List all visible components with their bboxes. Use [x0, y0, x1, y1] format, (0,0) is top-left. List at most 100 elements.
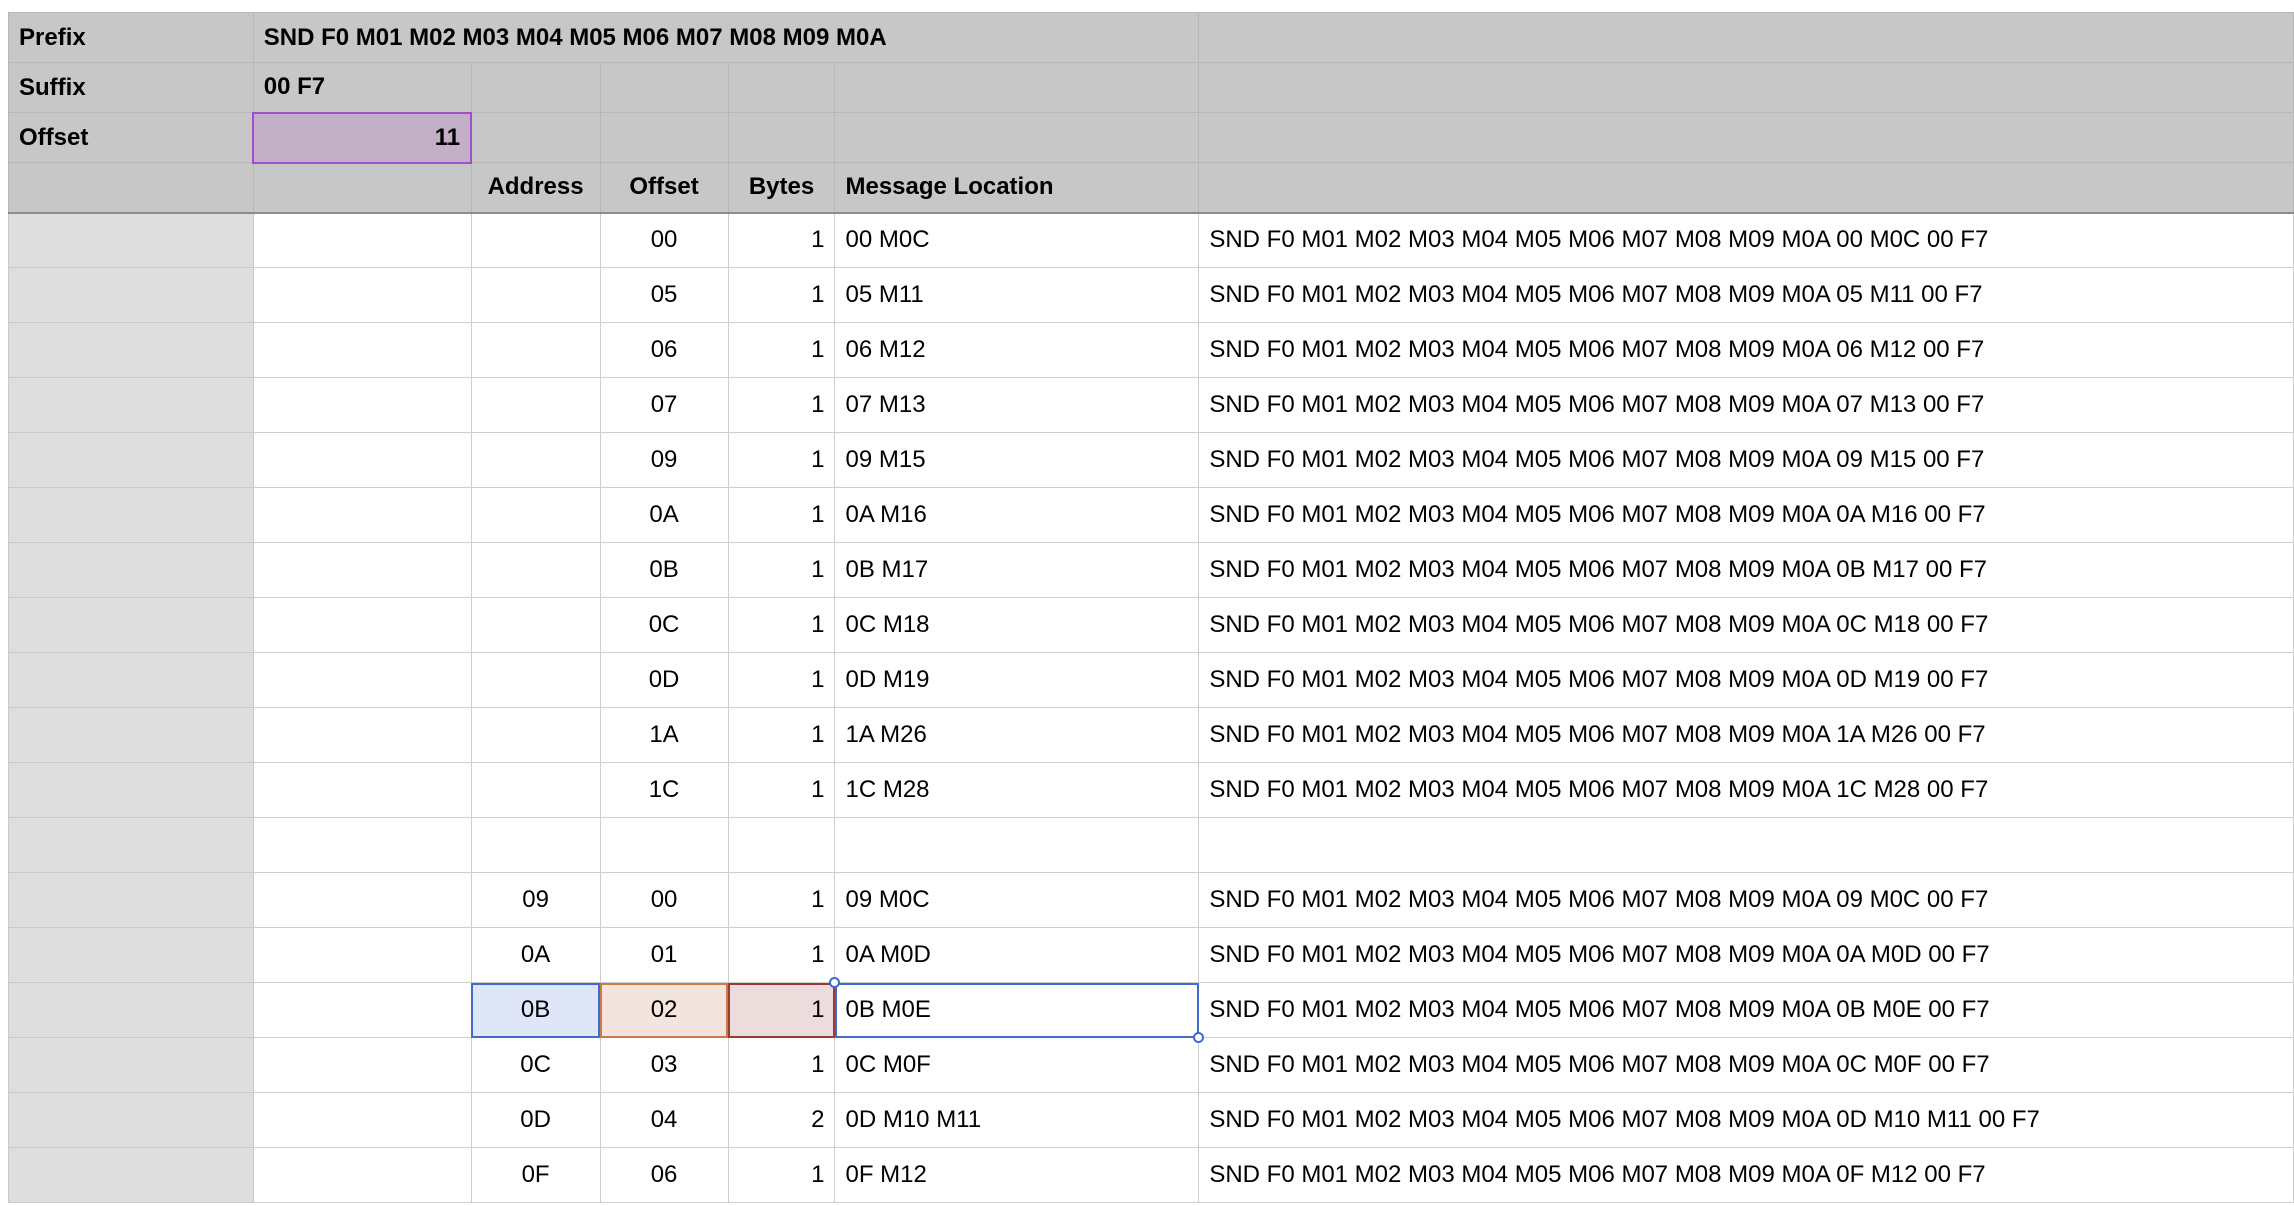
message-cell[interactable]: SND F0 M01 M02 M03 M04 M05 M06 M07 M08 M… [1198, 1037, 2294, 1093]
bytes-cell[interactable]: 1 [727, 872, 836, 928]
header-empty-cell[interactable] [727, 112, 836, 163]
address-cell[interactable]: 0D [470, 1092, 601, 1148]
row-header-cell[interactable] [8, 1147, 254, 1203]
offset-cell[interactable] [599, 817, 729, 873]
empty-cell[interactable] [252, 652, 472, 708]
bytes-cell[interactable]: 1 [727, 432, 836, 488]
address-cell[interactable]: 0B [470, 982, 601, 1038]
row-header-cell[interactable] [8, 652, 254, 708]
offset-cell[interactable]: 04 [599, 1092, 729, 1148]
row-header-cell[interactable] [8, 817, 254, 873]
header-empty-cell[interactable] [834, 112, 1200, 163]
offset-label-cell[interactable]: Offset [8, 112, 254, 163]
address-cell[interactable]: 0A [470, 927, 601, 983]
selection-handle-top[interactable] [828, 976, 840, 988]
row-header-cell[interactable] [8, 212, 254, 268]
prefix-label-cell[interactable]: Prefix [8, 12, 254, 63]
message-cell[interactable]: SND F0 M01 M02 M03 M04 M05 M06 M07 M08 M… [1198, 212, 2294, 268]
message-location-cell[interactable]: 09 M15 [834, 432, 1200, 488]
offset-cell[interactable]: 0A [599, 487, 729, 543]
empty-cell[interactable] [252, 762, 472, 818]
offset-cell[interactable]: 0B [599, 542, 729, 598]
address-cell[interactable] [470, 817, 601, 873]
offset-cell[interactable]: 02 [599, 982, 729, 1038]
message-location-cell[interactable]: 05 M11 [834, 267, 1200, 323]
address-cell[interactable] [470, 707, 601, 763]
message-location-cell[interactable]: 0F M12 [834, 1147, 1200, 1203]
empty-cell[interactable] [252, 872, 472, 928]
address-cell[interactable] [470, 597, 601, 653]
bytes-cell[interactable]: 1 [727, 982, 836, 1038]
column-header-offset[interactable]: Offset [599, 162, 729, 214]
empty-cell[interactable] [252, 707, 472, 763]
offset-cell[interactable]: 09 [599, 432, 729, 488]
address-cell[interactable] [470, 652, 601, 708]
message-location-cell[interactable]: 00 M0C [834, 212, 1200, 268]
suffix-label-cell[interactable]: Suffix [8, 62, 254, 113]
offset-cell[interactable]: 06 [599, 322, 729, 378]
header-empty-cell[interactable] [470, 112, 601, 163]
empty-cell[interactable] [252, 212, 472, 268]
suffix-value-cell[interactable]: 00 F7 [252, 62, 472, 113]
message-cell[interactable]: SND F0 M01 M02 M03 M04 M05 M06 M07 M08 M… [1198, 872, 2294, 928]
address-cell[interactable]: 09 [470, 872, 601, 928]
row-header-cell[interactable] [8, 927, 254, 983]
message-location-cell[interactable]: 0A M0D [834, 927, 1200, 983]
message-cell[interactable]: SND F0 M01 M02 M03 M04 M05 M06 M07 M08 M… [1198, 762, 2294, 818]
message-location-cell[interactable]: 0C M0F [834, 1037, 1200, 1093]
bytes-cell[interactable]: 1 [727, 597, 836, 653]
message-cell[interactable]: SND F0 M01 M02 M03 M04 M05 M06 M07 M08 M… [1198, 432, 2294, 488]
address-cell[interactable] [470, 487, 601, 543]
bytes-cell[interactable]: 1 [727, 377, 836, 433]
offset-cell[interactable]: 1A [599, 707, 729, 763]
header-empty-cell[interactable] [252, 162, 472, 214]
message-location-cell[interactable]: 0B M17 [834, 542, 1200, 598]
bytes-cell[interactable]: 1 [727, 322, 836, 378]
message-cell[interactable]: SND F0 M01 M02 M03 M04 M05 M06 M07 M08 M… [1198, 267, 2294, 323]
address-cell[interactable] [470, 432, 601, 488]
bytes-cell[interactable]: 1 [727, 1147, 836, 1203]
row-header-cell[interactable] [8, 322, 254, 378]
message-location-cell[interactable]: 0D M19 [834, 652, 1200, 708]
selection-handle-bottom[interactable] [1192, 1031, 1204, 1043]
empty-cell[interactable] [252, 432, 472, 488]
empty-cell[interactable] [252, 1092, 472, 1148]
empty-cell[interactable] [252, 817, 472, 873]
address-cell[interactable] [470, 542, 601, 598]
row-header-cell[interactable] [8, 872, 254, 928]
header-empty-cell[interactable] [8, 162, 254, 214]
offset-cell[interactable]: 1C [599, 762, 729, 818]
message-location-cell[interactable] [834, 817, 1200, 873]
empty-cell[interactable] [252, 1037, 472, 1093]
empty-cell[interactable] [252, 377, 472, 433]
message-location-cell[interactable]: 0B M0E [834, 982, 1200, 1038]
header-empty-cell[interactable] [470, 62, 601, 113]
row-header-cell[interactable] [8, 267, 254, 323]
offset-cell[interactable]: 00 [599, 872, 729, 928]
offset-value-cell[interactable]: 11 [252, 111, 473, 164]
address-cell[interactable] [470, 322, 601, 378]
message-cell[interactable]: SND F0 M01 M02 M03 M04 M05 M06 M07 M08 M… [1198, 982, 2294, 1038]
column-header-address[interactable]: Address [470, 162, 601, 214]
offset-cell[interactable]: 06 [599, 1147, 729, 1203]
row-header-cell[interactable] [8, 597, 254, 653]
offset-cell[interactable]: 05 [599, 267, 729, 323]
header-empty-cell[interactable] [834, 62, 1200, 113]
message-location-cell[interactable]: 1A M26 [834, 707, 1200, 763]
row-header-cell[interactable] [8, 1092, 254, 1148]
header-empty-cell[interactable] [599, 62, 729, 113]
address-cell[interactable]: 0C [470, 1037, 601, 1093]
offset-cell[interactable]: 0C [599, 597, 729, 653]
message-location-cell[interactable]: 07 M13 [834, 377, 1200, 433]
message-cell[interactable]: SND F0 M01 M02 M03 M04 M05 M06 M07 M08 M… [1198, 542, 2294, 598]
message-cell[interactable]: SND F0 M01 M02 M03 M04 M05 M06 M07 M08 M… [1198, 597, 2294, 653]
address-cell[interactable]: 0F [470, 1147, 601, 1203]
message-cell[interactable]: SND F0 M01 M02 M03 M04 M05 M06 M07 M08 M… [1198, 707, 2294, 763]
bytes-cell[interactable]: 1 [727, 762, 836, 818]
message-location-cell[interactable]: 1C M28 [834, 762, 1200, 818]
bytes-cell[interactable]: 1 [727, 1037, 836, 1093]
row-header-cell[interactable] [8, 982, 254, 1038]
row-header-cell[interactable] [8, 707, 254, 763]
bytes-cell[interactable] [727, 817, 836, 873]
bytes-cell[interactable]: 2 [727, 1092, 836, 1148]
